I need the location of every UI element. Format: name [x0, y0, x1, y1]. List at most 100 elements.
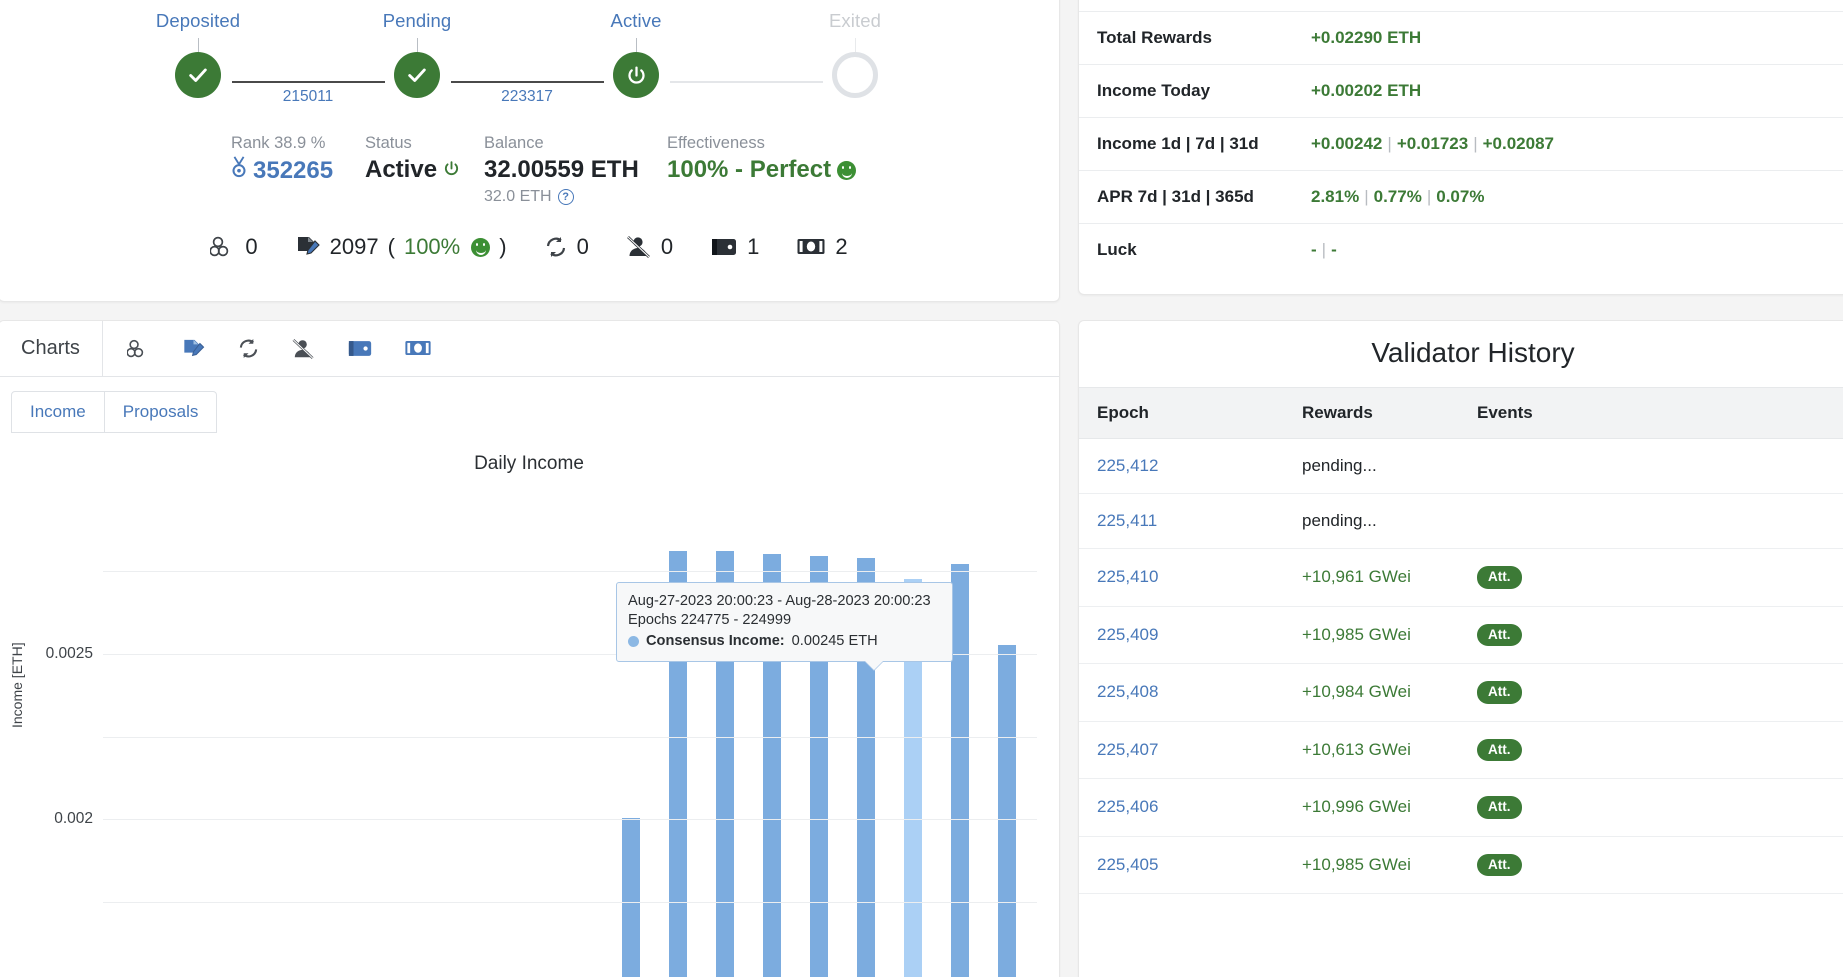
stat-cash[interactable]: 2 [796, 234, 848, 260]
stage-tick [416, 38, 418, 52]
epoch-link[interactable]: 225,406 [1097, 797, 1158, 816]
slashed-icon [626, 235, 652, 259]
history-rewards-cell: +10,985 GWei [1284, 836, 1459, 894]
stage-pending-label: Pending [382, 10, 452, 31]
metric-status-value: Active [365, 156, 438, 183]
epoch-link[interactable]: 225,411 [1097, 511, 1157, 530]
status-badge[interactable]: Att. [1477, 566, 1522, 589]
chart-bar[interactable] [622, 817, 640, 977]
stat-blocks[interactable]: 0 [210, 234, 258, 260]
history-epoch-cell: 225,406 [1079, 778, 1284, 837]
general-row-value: 2.81% | 0.77% | 0.07% [1311, 170, 1843, 224]
chart-gridline: 0.0015 [46, 736, 1037, 977]
page-root: 215011 223317 Deposited Pending Active E… [0, 0, 1843, 977]
stage-exited[interactable]: Exited [780, 10, 930, 98]
blocks-icon[interactable] [126, 339, 150, 359]
slashed-icon[interactable] [291, 338, 316, 360]
table-row: 225,406 +10,996 GWei Att. [1079, 778, 1843, 837]
history-events-cell [1459, 438, 1843, 494]
table-row: 225,412 pending... [1079, 438, 1843, 494]
charts-icon-tabs [103, 321, 456, 376]
epoch-link[interactable]: 225,407 [1097, 740, 1158, 759]
stage-deposited-label: Deposited [155, 10, 241, 31]
stat-attestations[interactable]: 2097 ( 100% ) [295, 234, 507, 260]
general-row-key: Income Today [1079, 64, 1311, 118]
history-events-cell: Att. [1459, 548, 1843, 607]
status-badge[interactable]: Att. [1477, 796, 1522, 819]
general-table: Total Rewards +0.02290 ETH Income Today +0.… [1079, 11, 1843, 276]
value-separator: | [1426, 187, 1432, 206]
charts-card: Charts Income Proposals Daily Income Inc… [0, 320, 1060, 977]
epoch-link[interactable]: 225,405 [1097, 855, 1158, 874]
history-events-cell: Att. [1459, 606, 1843, 664]
general-row: Luck - | - [1079, 223, 1843, 276]
history-events-cell [1459, 493, 1843, 549]
stat-sync-value: 0 [576, 234, 589, 259]
stage-tick [854, 38, 856, 52]
help-icon[interactable]: ? [557, 189, 574, 205]
attestation-icon[interactable] [181, 338, 206, 360]
chart-bar[interactable] [998, 645, 1016, 977]
chart-bars [103, 488, 1037, 977]
history-epoch-cell: 225,411 [1079, 493, 1284, 549]
general-row: Total Rewards +0.02290 ETH [1079, 11, 1843, 65]
table-row: 225,410 +10,961 GWei Att. [1079, 548, 1843, 607]
stat-sync[interactable]: 0 [544, 234, 589, 260]
epoch-link[interactable]: 225,408 [1097, 682, 1158, 701]
smiley-icon [837, 160, 857, 180]
stat-slashed[interactable]: 0 [626, 234, 673, 260]
status-badge[interactable]: Att. [1477, 681, 1522, 704]
charts-tabbar: Charts [0, 321, 1059, 377]
value-separator: | [1321, 240, 1327, 259]
chart-gridline: 0.0025 [46, 570, 1037, 662]
general-row: Income Today +0.00202 ETH [1079, 64, 1843, 118]
empty-circle-icon [832, 52, 878, 98]
value-separator: | [1473, 134, 1478, 153]
column-header-rewards[interactable]: Rewards [1284, 387, 1459, 439]
validator-lifecycle: 215011 223317 Deposited Pending Active E… [0, 10, 1059, 120]
stage-pending[interactable]: Pending [342, 10, 492, 98]
attestation-icon [295, 235, 321, 259]
column-header-events[interactable]: Events [1459, 387, 1843, 439]
sync-icon [544, 236, 568, 258]
cash-icon[interactable] [404, 338, 432, 359]
stage-tick [635, 38, 637, 52]
status-badge[interactable]: Att. [1477, 738, 1522, 761]
stat-attestations-close: ) [499, 234, 507, 259]
chart-bar[interactable] [951, 564, 969, 977]
history-epoch-cell: 225,409 [1079, 606, 1284, 664]
wallet-icon[interactable] [347, 338, 373, 359]
medal-icon [231, 156, 247, 185]
history-rewards-cell: +10,984 GWei [1284, 663, 1459, 722]
column-header-epoch[interactable]: Epoch [1079, 387, 1284, 439]
stat-blocks-value: 0 [245, 234, 258, 259]
tab-charts[interactable]: Charts [0, 321, 103, 376]
tab-income[interactable]: Income [11, 391, 105, 433]
sync-icon[interactable] [237, 338, 260, 359]
tooltip-epochs: Epochs 224775 - 224999 [628, 612, 792, 629]
stage-deposited[interactable]: Deposited [123, 10, 273, 98]
metric-effectiveness-label: Effectiveness [667, 134, 765, 152]
epoch-link[interactable]: 225,409 [1097, 625, 1158, 644]
general-title: General [1079, 0, 1843, 11]
general-row-key: Income 1d | 7d | 31d [1079, 117, 1311, 171]
epoch-link[interactable]: 225,410 [1097, 567, 1158, 586]
stage-tick [197, 38, 199, 52]
stage-active[interactable]: Active [561, 10, 711, 98]
epoch-link[interactable]: 225,412 [1097, 456, 1158, 475]
stage-active-label: Active [610, 10, 662, 31]
chart-plot-area: 00.00050.0010.00150.0020.0025 [46, 488, 1037, 977]
chart-ytick-label: 0.002 [54, 810, 93, 828]
metric-status-value-wrap: Active [365, 156, 460, 184]
chart-tooltip: Aug-27-2023 20:00:23 - Aug-28-2023 20:00… [616, 582, 953, 670]
smiley-icon [471, 237, 491, 257]
check-icon [175, 52, 221, 98]
tab-proposals[interactable]: Proposals [104, 391, 218, 433]
chart-gridline: 0.001 [103, 819, 1037, 821]
history-table: Epoch Rewards Events 225,412 pending... 22… [1079, 387, 1843, 894]
status-badge[interactable]: Att. [1477, 853, 1522, 876]
general-row-value: +0.02290 ETH [1311, 11, 1843, 65]
history-epoch-cell: 225,410 [1079, 548, 1284, 607]
status-badge[interactable]: Att. [1477, 623, 1522, 646]
stat-wallet[interactable]: 1 [710, 234, 759, 260]
